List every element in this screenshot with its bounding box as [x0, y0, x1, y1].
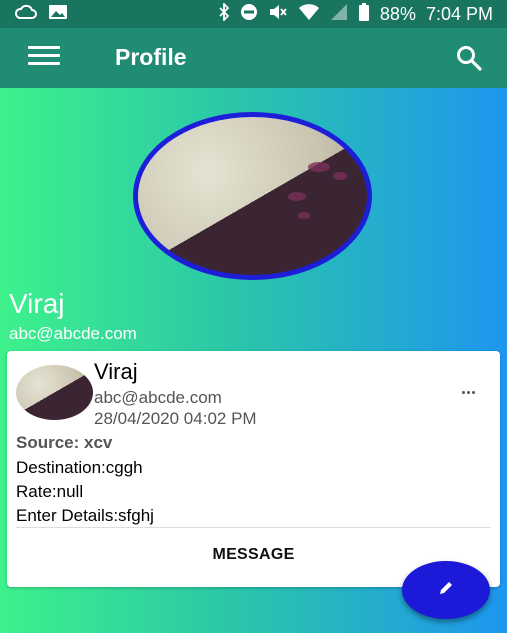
clock: 7:04 PM [425, 3, 493, 24]
menu-icon[interactable] [28, 46, 60, 68]
battery-percentage: 88% [379, 3, 416, 24]
divider [16, 527, 491, 528]
battery-icon [358, 2, 370, 26]
cloud-icon [14, 4, 38, 25]
app-bar: Profile [0, 28, 507, 88]
signal-icon [330, 3, 348, 26]
wifi-icon [298, 3, 320, 26]
request-card: Viraj abc@abcde.com 28/04/2020 04:02 PM … [7, 351, 500, 587]
rate-text: Rate:null [16, 482, 84, 501]
more-icon[interactable] [462, 381, 484, 394]
edit-fab[interactable] [402, 561, 490, 619]
image-icon [48, 4, 68, 25]
status-bar: 88% 7:04 PM [0, 0, 507, 28]
avatar [16, 365, 93, 420]
card-datetime: 28/04/2020 04:02 PM [94, 409, 257, 428]
card-email: abc@abcde.com [94, 388, 222, 407]
bluetooth-icon [218, 1, 230, 26]
status-left [14, 4, 68, 25]
card-name: Viraj [94, 359, 138, 384]
page-title: Profile [115, 44, 187, 70]
profile-name: Viraj [9, 288, 65, 319]
source-text: Source: xcv [16, 433, 113, 452]
profile-avatar[interactable] [133, 112, 372, 280]
enter-details-text: Enter Details:sfghj [16, 506, 154, 525]
search-icon[interactable] [455, 44, 483, 72]
edit-icon [437, 579, 455, 602]
do-not-disturb-icon [240, 3, 258, 26]
profile-email: abc@abcde.com [9, 324, 137, 343]
mute-icon [268, 3, 288, 26]
status-right: 88% 7:04 PM [218, 1, 493, 26]
destination-text: Destination:cggh [16, 458, 143, 477]
